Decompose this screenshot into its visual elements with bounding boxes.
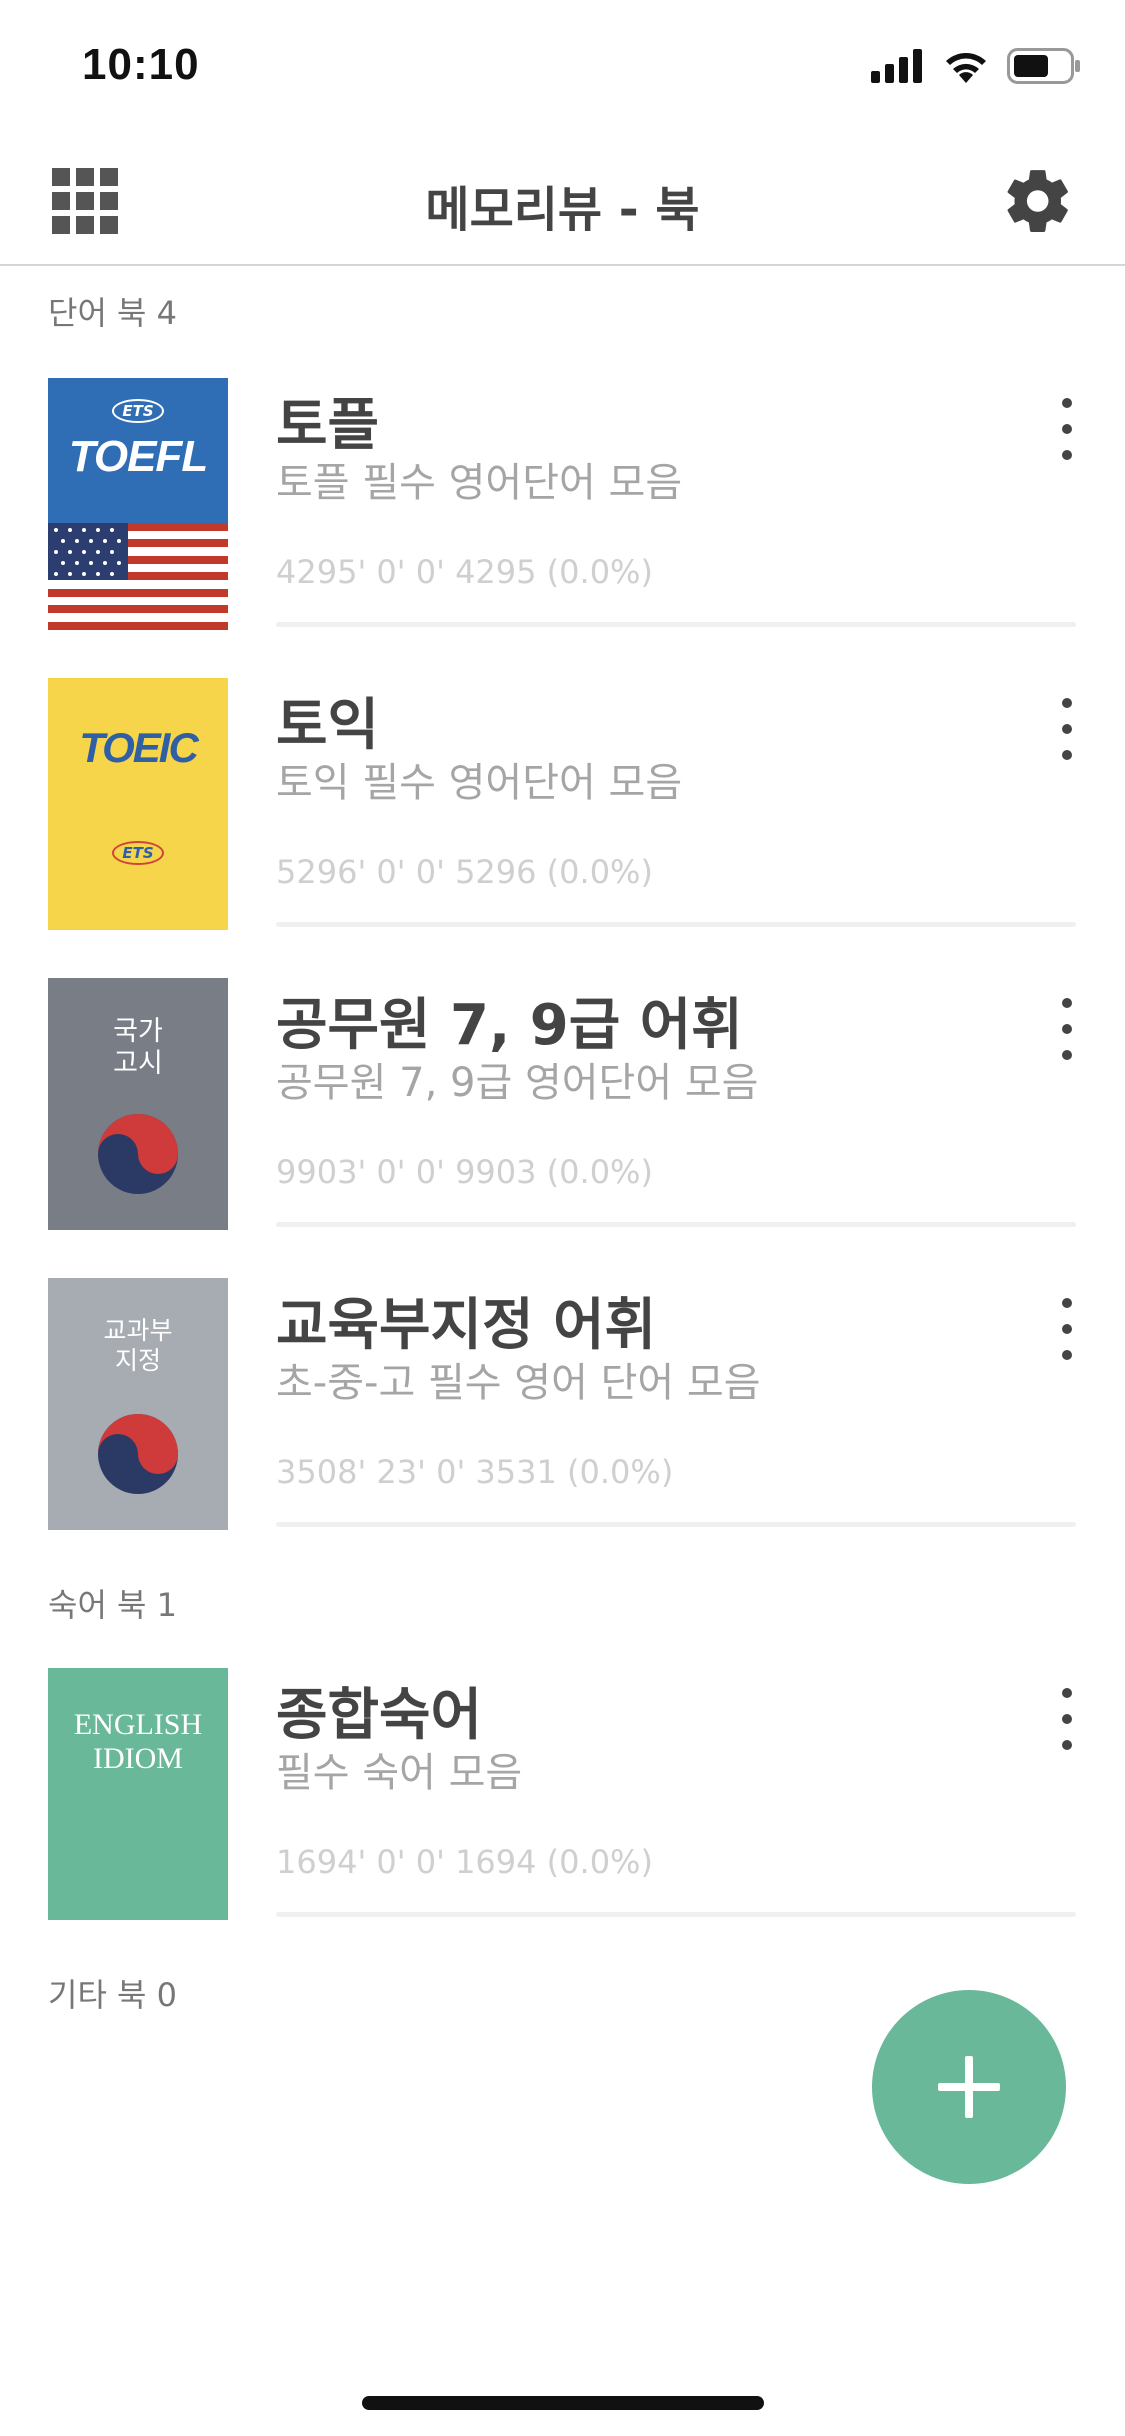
more-vertical-icon[interactable] bbox=[1049, 1294, 1085, 1364]
book-description: 토플 필수 영어단어 모음 bbox=[276, 460, 683, 506]
wifi-icon bbox=[946, 53, 986, 83]
book-cover-toeic: TOEIC ETS bbox=[48, 678, 228, 930]
book-stats: 9903' 0' 0' 9903 (0.0%) bbox=[276, 1153, 653, 1191]
more-vertical-icon[interactable] bbox=[1049, 1684, 1085, 1754]
book-cover-idiom: ENGLISH IDIOM bbox=[48, 1668, 228, 1920]
status-time: 10:10 bbox=[82, 40, 200, 89]
nav-bar: 메모리뷰 - 북 bbox=[0, 140, 1125, 266]
cover-line2: 고시 bbox=[113, 1048, 163, 1079]
book-item-toefl[interactable]: ETS TOEFL 토플 토플 필수 영어단어 모음 4295' 0' 0' 4… bbox=[0, 378, 1125, 630]
book-cover-ministry: 교과부 지정 bbox=[48, 1278, 228, 1530]
book-description: 토익 필수 영어단어 모음 bbox=[276, 760, 683, 806]
book-title: 토플 bbox=[276, 393, 380, 458]
status-icons bbox=[871, 48, 1081, 84]
book-stats: 1694' 0' 0' 1694 (0.0%) bbox=[276, 1843, 653, 1881]
divider bbox=[276, 1522, 1076, 1527]
section-header-other: 기타 북 0 bbox=[48, 1976, 178, 2014]
divider bbox=[276, 1222, 1076, 1227]
ets-logo: ETS bbox=[112, 841, 164, 865]
book-title: 종합숙어 bbox=[276, 1683, 483, 1748]
book-item-ministry[interactable]: 교과부 지정 교육부지정 어휘 초-중-고 필수 영어 단어 모음 3508' … bbox=[0, 1278, 1125, 1530]
section-header-word: 단어 북 4 bbox=[48, 294, 178, 332]
ets-logo: ETS bbox=[112, 399, 164, 423]
cover-line2: IDIOM bbox=[93, 1742, 183, 1775]
more-vertical-icon[interactable] bbox=[1049, 994, 1085, 1064]
book-item-idiom[interactable]: ENGLISH IDIOM 종합숙어 필수 숙어 모음 1694' 0' 0' … bbox=[0, 1668, 1125, 1920]
home-indicator[interactable] bbox=[362, 2396, 764, 2410]
book-title: 교육부지정 어휘 bbox=[276, 1293, 657, 1358]
book-title: 공무원 7, 9급 어휘 bbox=[276, 993, 743, 1058]
signal-icon bbox=[871, 49, 922, 83]
more-vertical-icon[interactable] bbox=[1049, 394, 1085, 464]
divider bbox=[276, 622, 1076, 627]
section-header-idiom: 숙어 북 1 bbox=[48, 1586, 178, 1624]
book-item-civil-service[interactable]: 국가 고시 공무원 7, 9급 어휘 공무원 7, 9급 영어단어 모음 990… bbox=[0, 978, 1125, 1230]
add-book-button[interactable] bbox=[872, 1990, 1066, 2184]
book-cover-toefl: ETS TOEFL bbox=[48, 378, 228, 630]
book-title: 토익 bbox=[276, 693, 380, 758]
cover-line2: 지정 bbox=[114, 1346, 161, 1375]
book-cover-civil-service: 국가 고시 bbox=[48, 978, 228, 1230]
taegeuk-icon bbox=[98, 1114, 178, 1194]
cover-label: TOEFL bbox=[68, 432, 208, 481]
cover-line1: ENGLISH bbox=[73, 1708, 203, 1741]
page-title: 메모리뷰 - 북 bbox=[425, 182, 700, 238]
book-stats: 5296' 0' 0' 5296 (0.0%) bbox=[276, 853, 653, 891]
status-bar: 10:10 bbox=[0, 0, 1125, 140]
more-vertical-icon[interactable] bbox=[1049, 694, 1085, 764]
divider bbox=[276, 922, 1076, 927]
book-description: 필수 숙어 모음 bbox=[276, 1750, 523, 1796]
cover-line1: 교과부 bbox=[103, 1316, 173, 1345]
book-item-toeic[interactable]: TOEIC ETS 토익 토익 필수 영어단어 모음 5296' 0' 0' 5… bbox=[0, 678, 1125, 930]
divider bbox=[276, 1912, 1076, 1917]
book-description: 공무원 7, 9급 영어단어 모음 bbox=[276, 1060, 759, 1106]
battery-icon bbox=[1007, 48, 1080, 84]
us-flag-icon bbox=[48, 523, 228, 630]
book-description: 초-중-고 필수 영어 단어 모음 bbox=[276, 1360, 761, 1406]
book-stats: 3508' 23' 0' 3531 (0.0%) bbox=[276, 1453, 674, 1491]
taegeuk-icon bbox=[98, 1414, 178, 1494]
cover-line1: 국가 bbox=[113, 1016, 163, 1047]
book-stats: 4295' 0' 0' 4295 (0.0%) bbox=[276, 553, 653, 591]
cover-label: TOEIC bbox=[79, 724, 199, 771]
gear-icon[interactable] bbox=[1001, 164, 1075, 238]
